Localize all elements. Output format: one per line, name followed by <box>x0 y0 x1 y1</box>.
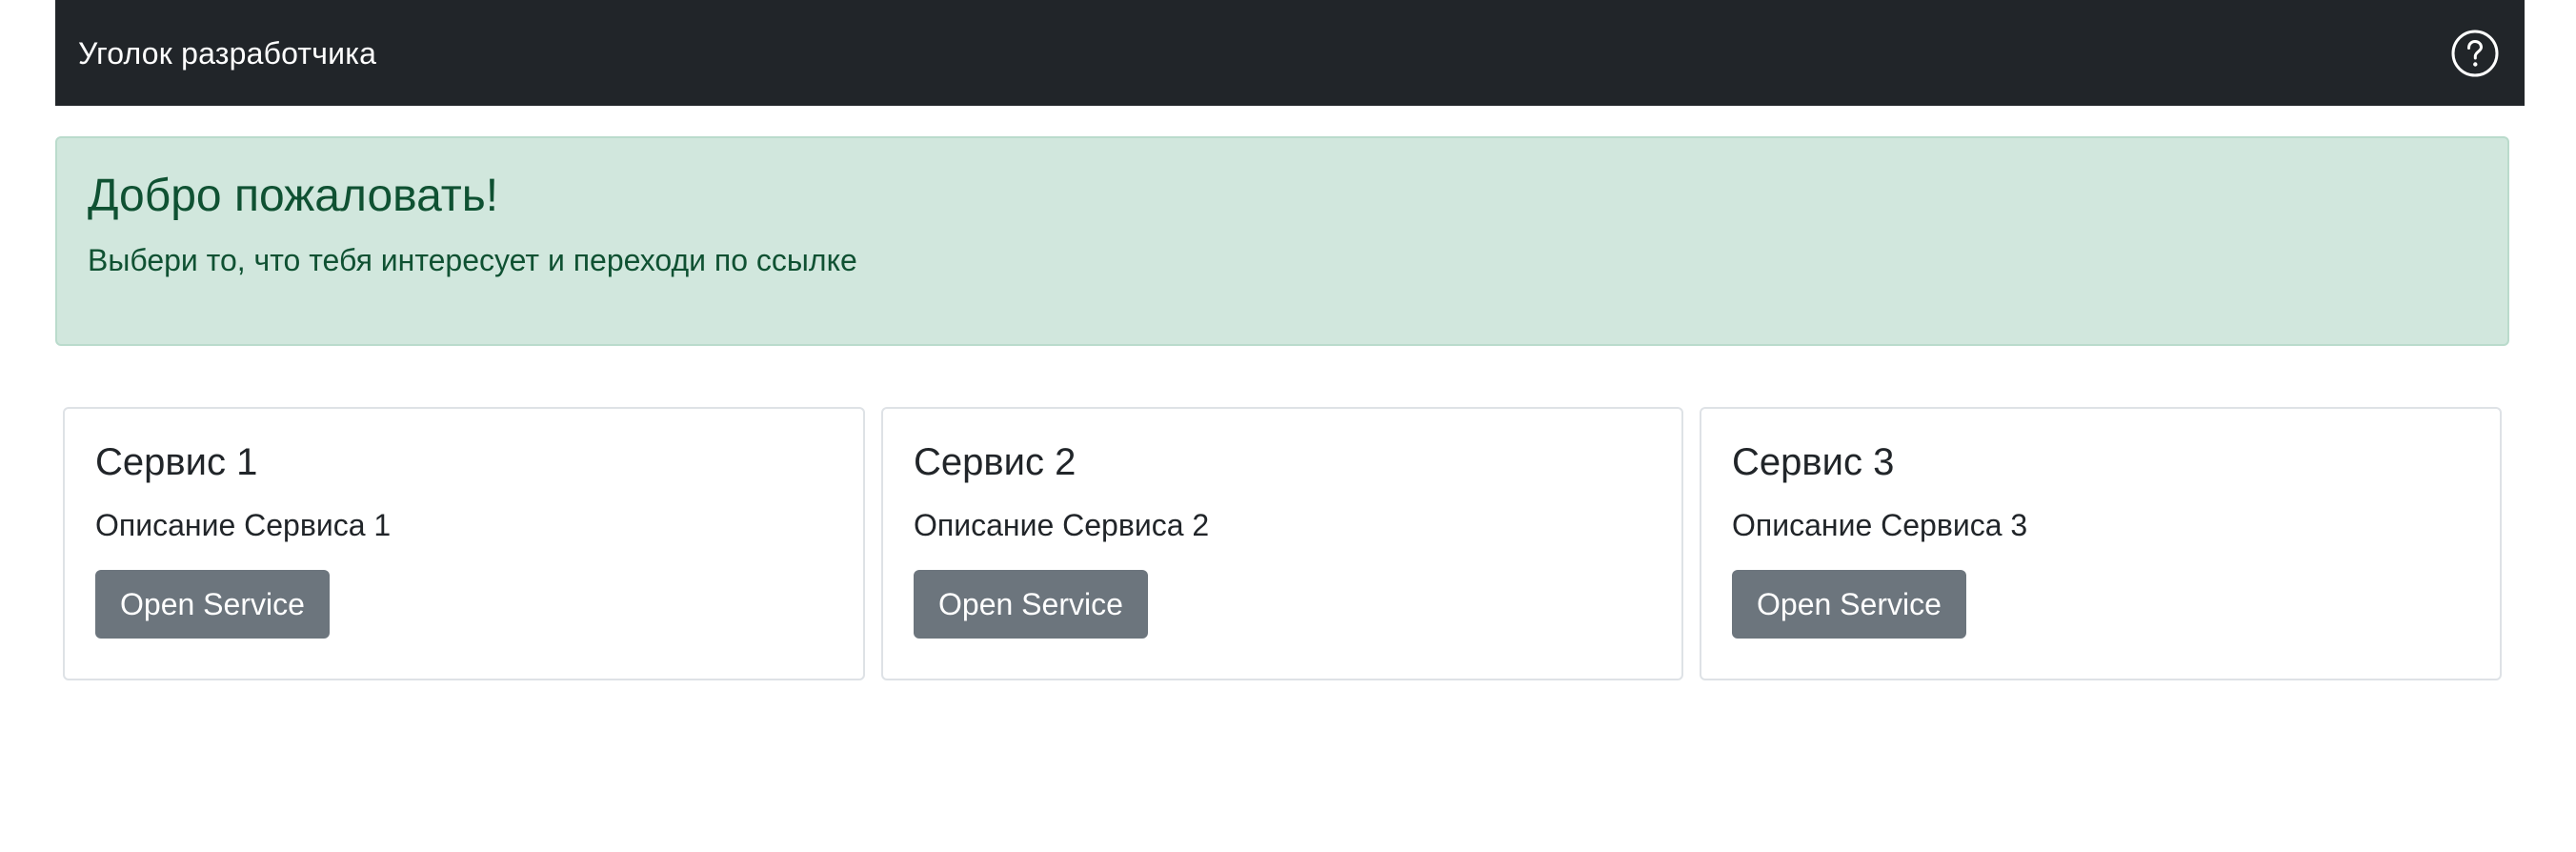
service-description: Описание Сервиса 3 <box>1732 508 2028 542</box>
service-description: Описание Сервиса 1 <box>95 508 392 542</box>
page: Уголок разработчика Добро пожаловать! Вы… <box>0 0 2576 852</box>
top-navbar: Уголок разработчика <box>55 0 2525 106</box>
service-card-2: Сервис 2 Описание Сервиса 2 Open Service <box>881 407 1683 680</box>
open-service-2-button[interactable]: Open Service <box>914 569 1148 639</box>
navbar-brand[interactable]: Уголок разработчика <box>78 38 376 69</box>
service-card-1: Сервис 1 Описание Сервиса 1 Open Service <box>63 407 865 680</box>
service-title: Сервис 3 <box>1732 441 1895 483</box>
service-title: Сервис 2 <box>914 441 1077 483</box>
welcome-text: Выбери то, что тебя интересует и переход… <box>88 242 857 277</box>
open-service-3-button[interactable]: Open Service <box>1732 569 1966 639</box>
help-button[interactable] <box>2450 29 2500 78</box>
service-cards: Сервис 1 Описание Сервиса 1 Open Service… <box>63 407 2502 680</box>
question-circle-icon <box>2451 30 2499 76</box>
welcome-heading: Добро пожаловать! <box>88 171 499 221</box>
open-service-1-button[interactable]: Open Service <box>95 569 330 639</box>
service-description: Описание Сервиса 2 <box>914 508 1210 542</box>
service-title: Сервис 1 <box>95 441 258 483</box>
welcome-alert: Добро пожаловать! Выбери то, что тебя ин… <box>55 136 2509 346</box>
service-card-3: Сервис 3 Описание Сервиса 3 Open Service <box>1700 407 2502 680</box>
